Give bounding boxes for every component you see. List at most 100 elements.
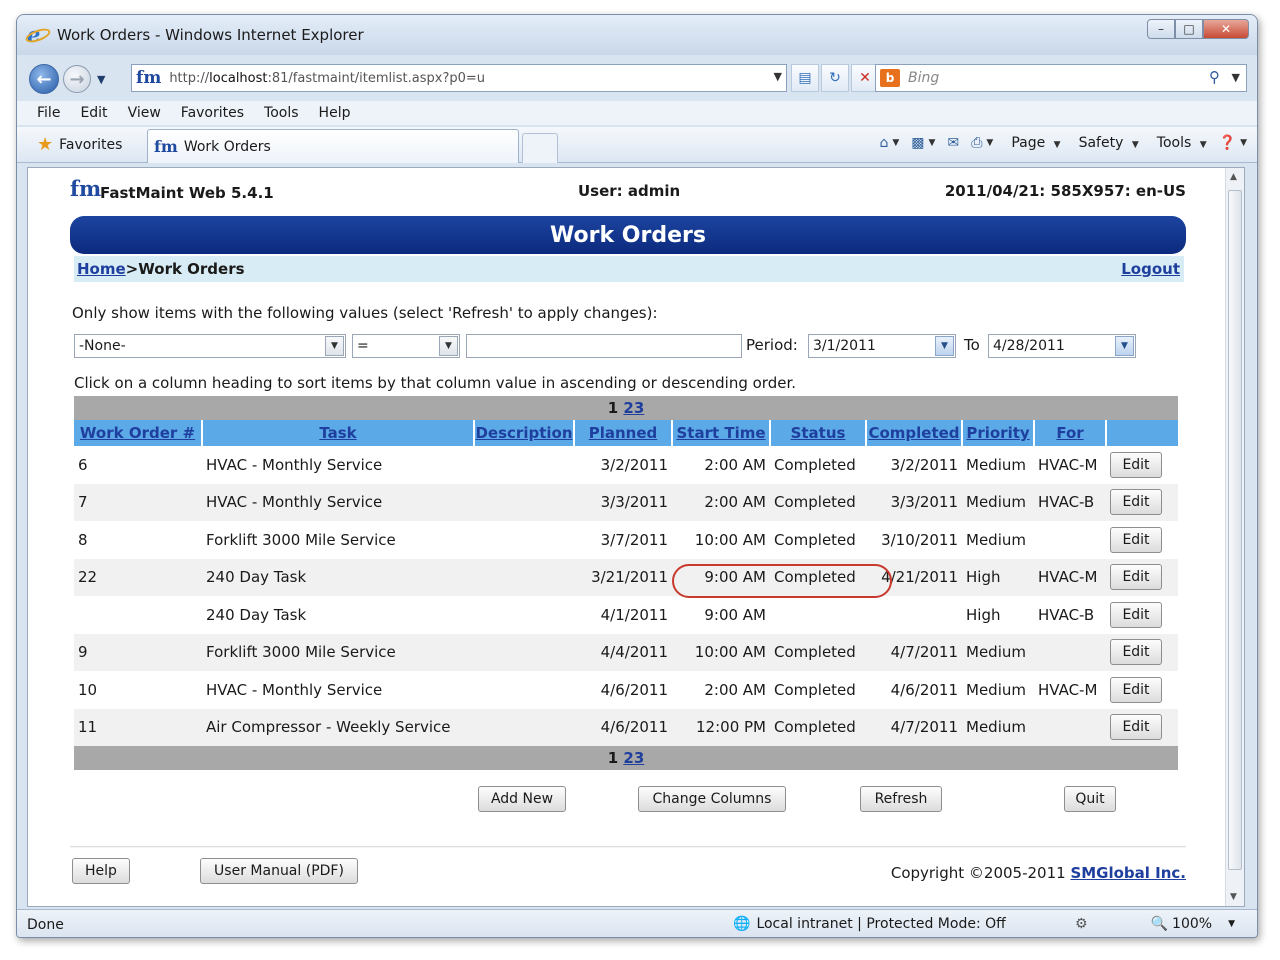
- print-icon[interactable]: ⎙: [971, 135, 982, 151]
- back-button[interactable]: ←: [29, 64, 59, 94]
- help-button[interactable]: Help: [72, 858, 130, 884]
- cell-actions: Edit: [1106, 596, 1178, 634]
- scroll-up-icon[interactable]: ▲: [1230, 172, 1237, 182]
- feeds-dropdown-icon[interactable]: ▼: [929, 138, 936, 148]
- home-dropdown-icon[interactable]: ▼: [892, 138, 899, 148]
- menu-file[interactable]: File: [37, 105, 60, 121]
- tab-work-orders[interactable]: fm Work Orders: [147, 129, 519, 163]
- cell-priority: Medium: [962, 633, 1034, 671]
- address-dropdown-icon[interactable]: ▼: [774, 70, 782, 83]
- column-header-task[interactable]: Task: [202, 420, 475, 446]
- mail-icon[interactable]: ✉: [947, 135, 959, 151]
- search-icon[interactable]: ⚲: [1209, 68, 1220, 86]
- maximize-button[interactable]: □: [1175, 19, 1203, 39]
- history-dropdown-icon[interactable]: ▼: [97, 73, 105, 86]
- table-row: 22 240 Day Task 3/21/2011 9:00 AM Comple…: [74, 558, 1178, 596]
- zoom-control[interactable]: 🔍 100% ▼: [1151, 916, 1235, 932]
- help-icon[interactable]: ❓: [1219, 135, 1236, 151]
- quit-button[interactable]: Quit: [1064, 786, 1116, 812]
- page-menu[interactable]: Page ▼: [1011, 135, 1060, 151]
- cell-work-order: 22: [74, 558, 202, 596]
- reload-button[interactable]: ↻: [821, 64, 849, 92]
- pager-link-page-2[interactable]: 2: [623, 399, 633, 417]
- filter-operator-select[interactable]: = ▼: [352, 334, 460, 358]
- edit-button[interactable]: Edit: [1110, 451, 1162, 478]
- compatibility-view-button[interactable]: ▤: [791, 64, 819, 92]
- search-dropdown-icon[interactable]: ▼: [1232, 71, 1240, 84]
- protected-mode-icon[interactable]: ⚙: [1075, 916, 1088, 932]
- new-tab-button[interactable]: [522, 133, 558, 163]
- column-header-work-order[interactable]: Work Order #: [74, 420, 203, 446]
- pager-link-page-3[interactable]: 3: [634, 749, 644, 767]
- edit-button[interactable]: Edit: [1110, 564, 1162, 591]
- smglobal-link[interactable]: SMGlobal Inc.: [1070, 864, 1186, 882]
- table-row: 240 Day Task 4/1/2011 9:00 AM High HVAC-…: [74, 596, 1178, 634]
- period-from-select[interactable]: 3/1/2011 ▼: [808, 334, 956, 358]
- pager-link-page-2[interactable]: 2: [623, 749, 633, 767]
- add-new-button[interactable]: Add New: [478, 786, 566, 812]
- period-to-select[interactable]: 4/28/2011 ▼: [988, 334, 1136, 358]
- column-header-description[interactable]: Description: [474, 420, 575, 446]
- logout-link[interactable]: Logout: [1121, 260, 1180, 278]
- table-row: 8 Forklift 3000 Mile Service 3/7/2011 10…: [74, 521, 1178, 559]
- calendar-dropdown-icon: ▼: [935, 336, 954, 356]
- address-bar[interactable]: fm http://localhost:81/fastmaint/itemlis…: [131, 64, 787, 92]
- edit-button[interactable]: Edit: [1110, 676, 1162, 703]
- filter-value-input[interactable]: [466, 334, 742, 358]
- back-arrow-icon: ←: [36, 68, 52, 90]
- favorites-star-icon[interactable]: ★: [37, 134, 53, 155]
- column-header-status[interactable]: Status: [770, 420, 867, 446]
- pager-top: 1 23: [74, 396, 1178, 420]
- filter-field-select[interactable]: -None- ▼: [74, 334, 346, 358]
- change-columns-button[interactable]: Change Columns: [638, 786, 786, 812]
- url-host: localhost: [209, 70, 268, 86]
- scroll-down-icon[interactable]: ▼: [1230, 892, 1237, 902]
- pager-link-page-3[interactable]: 3: [634, 399, 644, 417]
- menu-tools[interactable]: Tools: [264, 105, 299, 121]
- forward-button[interactable]: →: [63, 65, 91, 93]
- cell-planned: 3/2/2011: [600, 455, 668, 474]
- menu-help[interactable]: Help: [319, 105, 351, 121]
- cell-work-order: 6: [78, 455, 88, 474]
- table-row: 6 HVAC - Monthly Service 3/2/2011 2:00 A…: [74, 446, 1178, 484]
- home-icon[interactable]: ⌂: [879, 135, 888, 151]
- print-dropdown-icon[interactable]: ▼: [986, 138, 993, 148]
- edit-button[interactable]: Edit: [1110, 489, 1162, 516]
- cell-task: 240 Day Task: [206, 605, 307, 624]
- favorites-bar: ★ Favorites fm Work Orders ⌂ ▼ ▩ ▼ ✉ ⎙ ▼ Pa…: [17, 127, 1257, 163]
- search-box[interactable]: b Bing ⚲ ▼: [875, 64, 1247, 92]
- address-tools: ▤ ↻ ✕: [791, 64, 881, 92]
- edit-button[interactable]: Edit: [1110, 601, 1162, 628]
- cell-description: [474, 633, 574, 671]
- help-dropdown-icon[interactable]: ▼: [1240, 138, 1247, 148]
- scrollbar-thumb[interactable]: [1228, 190, 1242, 870]
- breadcrumb-home-link[interactable]: Home: [77, 260, 126, 278]
- edit-button[interactable]: Edit: [1110, 639, 1162, 666]
- safety-menu[interactable]: Safety ▼: [1079, 135, 1139, 151]
- favorites-button[interactable]: Favorites: [59, 137, 122, 153]
- refresh-button[interactable]: Refresh: [860, 786, 942, 812]
- cell-start-time: 2:00 AM: [704, 455, 766, 474]
- url-text[interactable]: http://localhost:81/fastmaint/itemlist.a…: [169, 71, 485, 86]
- column-header-for[interactable]: For: [1034, 420, 1107, 446]
- menu-favorites[interactable]: Favorites: [181, 105, 244, 121]
- menu-view[interactable]: View: [128, 105, 161, 121]
- column-header-priority[interactable]: Priority: [962, 420, 1035, 446]
- edit-button[interactable]: Edit: [1110, 714, 1162, 741]
- edit-button[interactable]: Edit: [1110, 526, 1162, 553]
- user-manual-button[interactable]: User Manual (PDF): [200, 858, 358, 884]
- menu-edit[interactable]: Edit: [80, 105, 107, 121]
- column-header-completed[interactable]: Completed: [866, 420, 963, 446]
- zoom-level: 100%: [1172, 916, 1213, 932]
- vertical-scrollbar[interactable]: ▲ ▼: [1225, 168, 1244, 906]
- security-zone[interactable]: 🌐 Local intranet | Protected Mode: Off: [733, 916, 1006, 932]
- feeds-icon[interactable]: ▩: [911, 135, 924, 151]
- cell-status: Completed: [770, 483, 866, 521]
- cell-for: HVAC-B: [1038, 605, 1095, 624]
- column-header-start-time[interactable]: Start Time: [672, 420, 771, 446]
- cell-actions: Edit: [1106, 708, 1178, 746]
- column-header-planned[interactable]: Planned: [574, 420, 673, 446]
- close-button[interactable]: ✕: [1203, 19, 1249, 39]
- minimize-button[interactable]: –: [1147, 19, 1175, 39]
- tools-menu[interactable]: Tools ▼: [1157, 135, 1207, 151]
